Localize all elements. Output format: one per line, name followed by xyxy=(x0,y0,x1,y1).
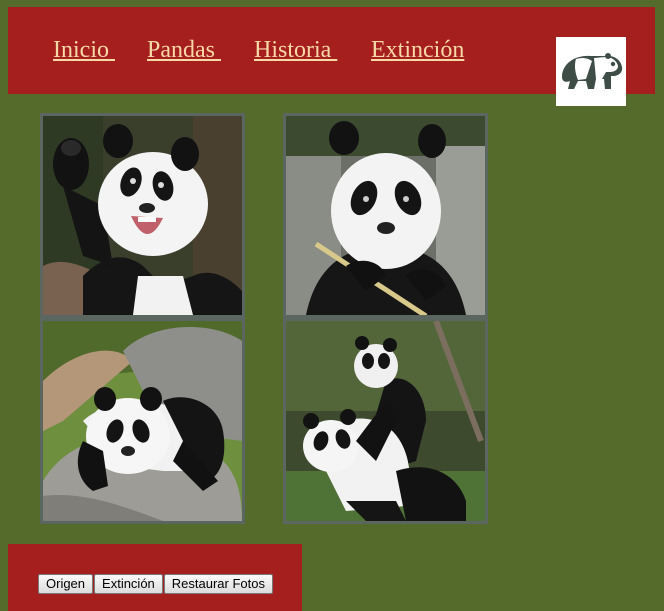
panda-cubs-playing-icon xyxy=(286,321,485,521)
nav-link-historia[interactable]: Historia xyxy=(254,37,337,64)
restaurar-fotos-button[interactable]: Restaurar Fotos xyxy=(163,574,273,594)
footer-bar: Origen Extinción Restaurar Fotos xyxy=(8,544,302,611)
panda-resting-on-rock-icon xyxy=(43,321,242,521)
photo-panda-cubs-playing[interactable] xyxy=(283,318,488,524)
photo-panda-resting-on-rock[interactable] xyxy=(40,318,245,524)
panda-eating-bamboo-icon xyxy=(286,116,485,315)
panda-waving-icon xyxy=(43,116,242,315)
origen-button[interactable]: Origen xyxy=(38,574,94,594)
photo-panda-waving[interactable] xyxy=(40,113,245,318)
footer-button-row: Origen Extinción Restaurar Fotos xyxy=(38,574,274,594)
panda-logo xyxy=(556,37,626,106)
extincion-button[interactable]: Extinción xyxy=(94,574,163,594)
nav-link-pandas[interactable]: Pandas xyxy=(147,37,221,64)
photo-panda-eating-bamboo[interactable] xyxy=(283,113,488,318)
panda-logo-icon xyxy=(562,53,623,89)
nav-link-extincion[interactable]: Extinción xyxy=(371,37,464,64)
nav-link-inicio[interactable]: Inicio xyxy=(53,37,115,64)
